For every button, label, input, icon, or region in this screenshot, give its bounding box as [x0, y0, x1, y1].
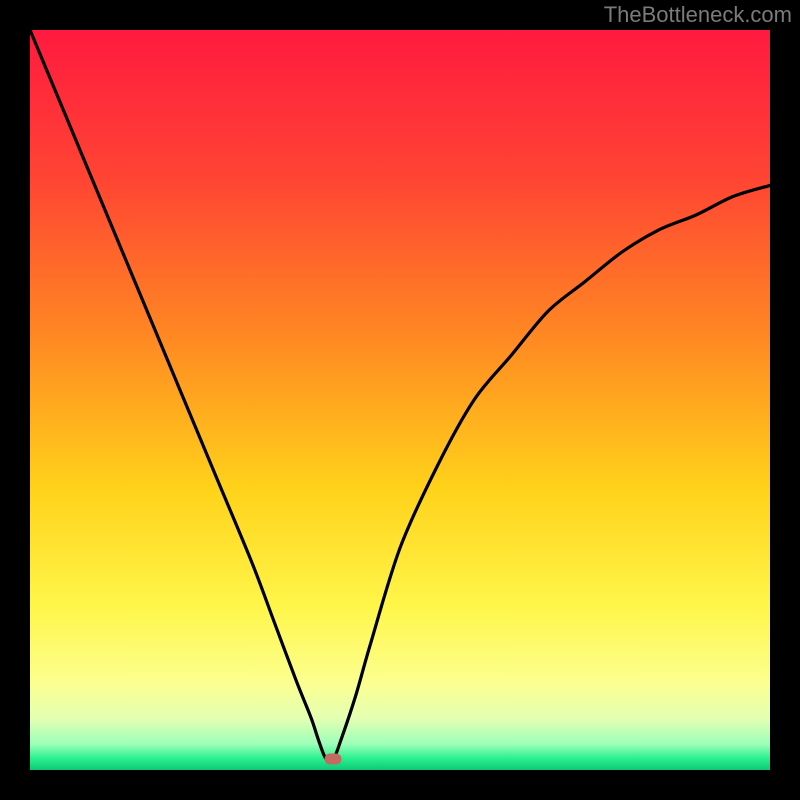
plot-area [30, 30, 770, 770]
bottleneck-curve [30, 30, 770, 770]
optimum-marker [325, 753, 342, 764]
watermark-text: TheBottleneck.com [604, 2, 792, 28]
chart-frame: TheBottleneck.com [0, 0, 800, 800]
